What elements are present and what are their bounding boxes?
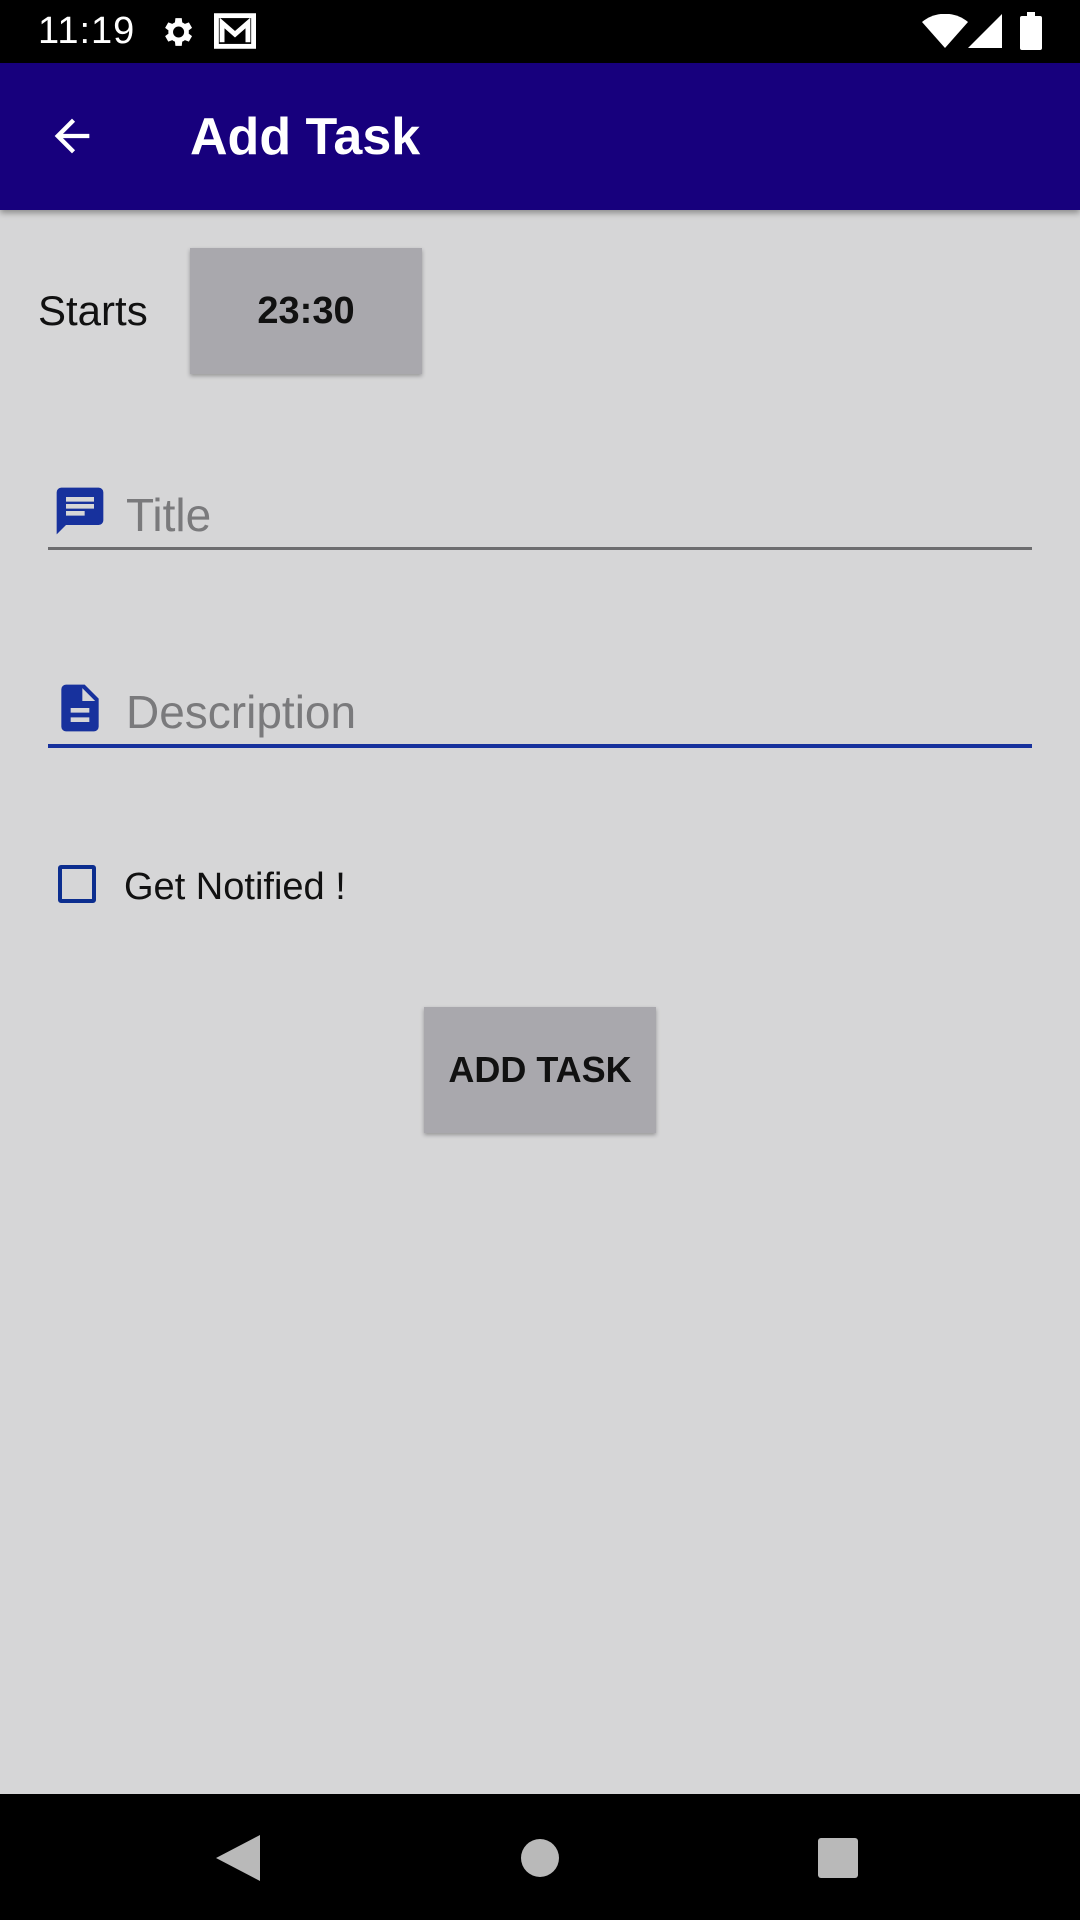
gear-icon [165, 18, 193, 46]
document-icon [61, 684, 99, 732]
title-field[interactable] [48, 475, 1032, 553]
add-task-button[interactable]: ADD TASK [424, 1007, 656, 1133]
description-underline [48, 744, 1032, 748]
get-notified-checkbox[interactable]: Get Notified ! [56, 862, 456, 914]
description-field[interactable] [48, 672, 1032, 750]
wifi-icon [922, 14, 968, 48]
mail-icon [214, 13, 256, 49]
title-input[interactable] [126, 485, 1016, 545]
battery-icon [1020, 12, 1042, 50]
starts-label: Starts [38, 287, 148, 334]
page-title: Add Task [190, 108, 421, 166]
description-input[interactable] [126, 682, 1016, 742]
signal-icon [968, 14, 1002, 48]
back-arrow-icon[interactable] [46, 110, 98, 162]
back-triangle-icon[interactable] [216, 1835, 260, 1881]
app-bar [0, 63, 1080, 210]
checkbox-label: Get Notified ! [124, 866, 346, 908]
status-time: 11:19 [38, 10, 136, 52]
recents-square-icon[interactable] [818, 1838, 858, 1878]
chat-bubble-icon [56, 487, 104, 535]
home-circle-icon[interactable] [520, 1838, 560, 1878]
title-underline [48, 547, 1032, 550]
start-time-button[interactable]: 23:30 [190, 248, 422, 374]
status-bar: 11:19 [0, 0, 1080, 63]
checkbox-box[interactable] [58, 865, 96, 903]
